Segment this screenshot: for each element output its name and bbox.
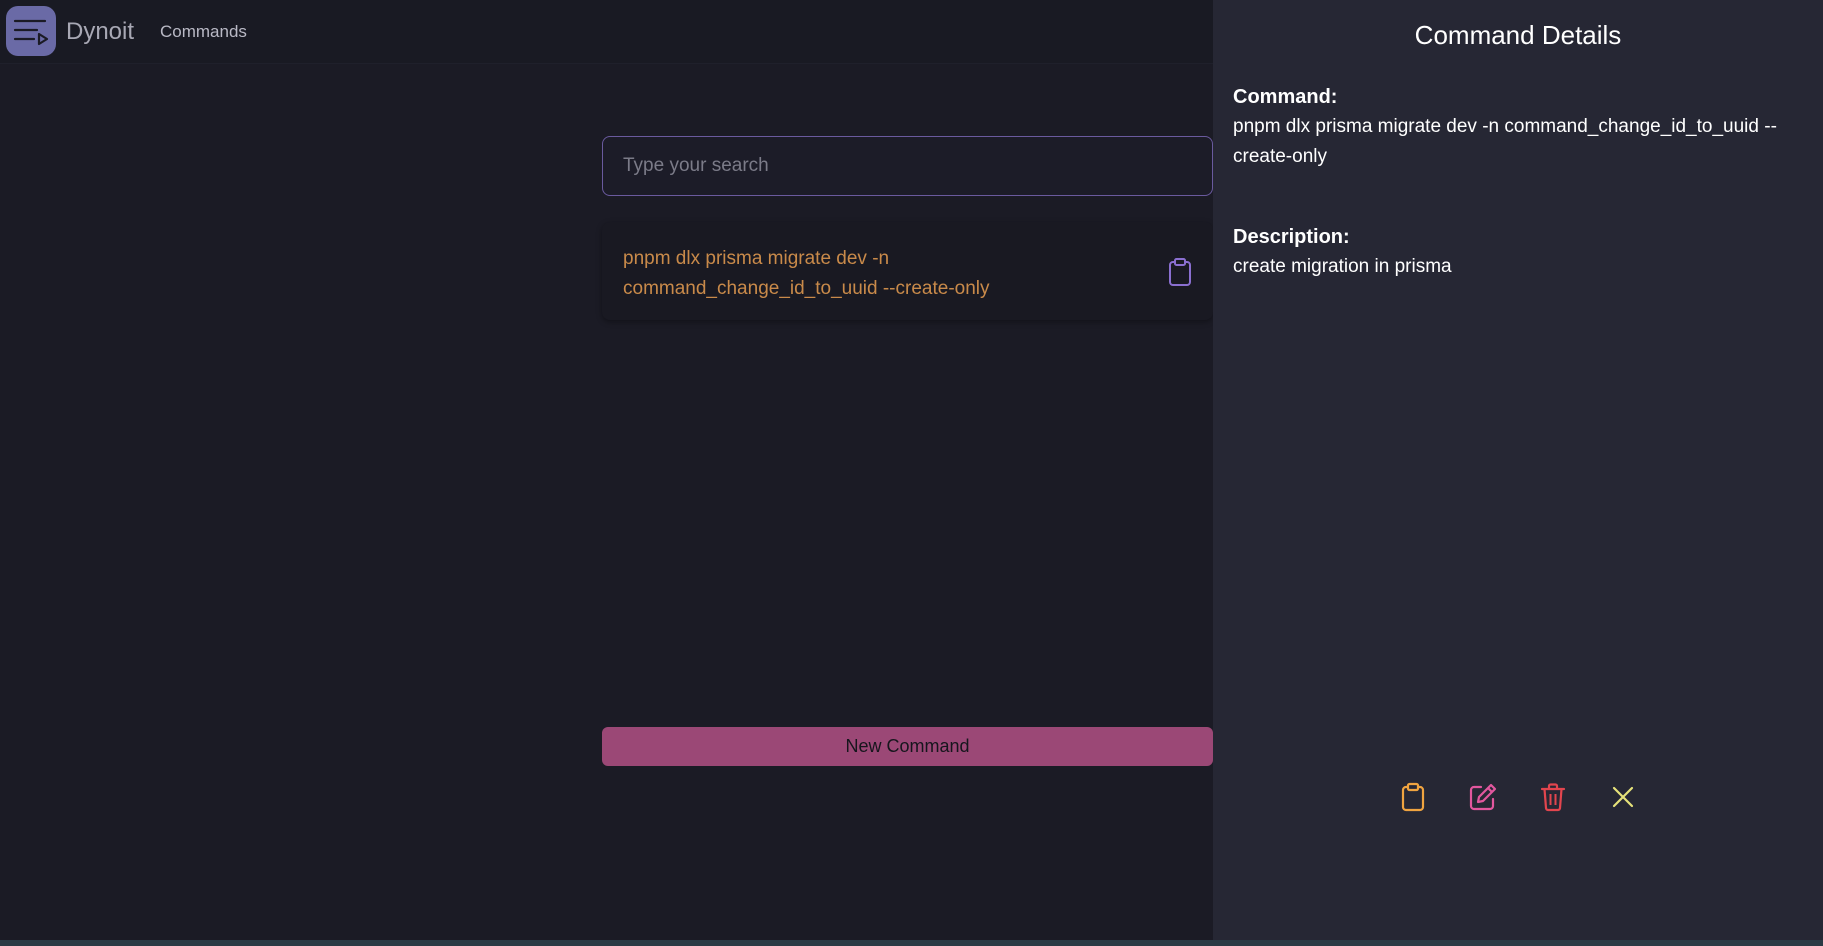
app-root: Dynoit Commands pnpm dlx prisma migrate … — [0, 0, 1823, 946]
clipboard-icon — [1401, 782, 1425, 812]
panel-title: Command Details — [1414, 20, 1622, 50]
description-value: create migration in prisma — [1233, 256, 1452, 277]
app-brand[interactable]: Dynoit — [66, 16, 134, 48]
nav-link-commands[interactable]: Commands — [160, 21, 247, 43]
description-label: Description: — [1233, 226, 1350, 248]
close-button[interactable] — [1607, 781, 1639, 813]
command-value: pnpm dlx prisma migrate dev -n command_c… — [1233, 116, 1777, 167]
new-command-button[interactable]: New Command — [602, 727, 1213, 766]
menu-button[interactable] — [6, 6, 56, 56]
trash-icon — [1540, 783, 1566, 812]
search-input[interactable] — [603, 137, 1212, 195]
panel-actions — [1213, 781, 1823, 813]
command-text: pnpm dlx prisma migrate dev -n command_c… — [623, 248, 990, 299]
close-icon — [1612, 786, 1634, 808]
clipboard-icon — [1169, 258, 1191, 286]
top-navbar: Dynoit Commands — [0, 0, 1213, 64]
command-card[interactable]: pnpm dlx prisma migrate dev -n command_c… — [602, 222, 1213, 320]
edit-button[interactable] — [1467, 781, 1499, 813]
bottom-bar — [0, 940, 1823, 946]
command-details-panel: Command Details Command: pnpm dlx prisma… — [1213, 0, 1823, 940]
search-box — [602, 136, 1213, 196]
copy-command-button[interactable] — [1167, 257, 1193, 287]
copy-button[interactable] — [1397, 781, 1429, 813]
pencil-square-icon — [1469, 783, 1497, 811]
menu-play-icon — [13, 19, 49, 46]
delete-button[interactable] — [1537, 781, 1569, 813]
command-label: Command: — [1233, 86, 1338, 108]
